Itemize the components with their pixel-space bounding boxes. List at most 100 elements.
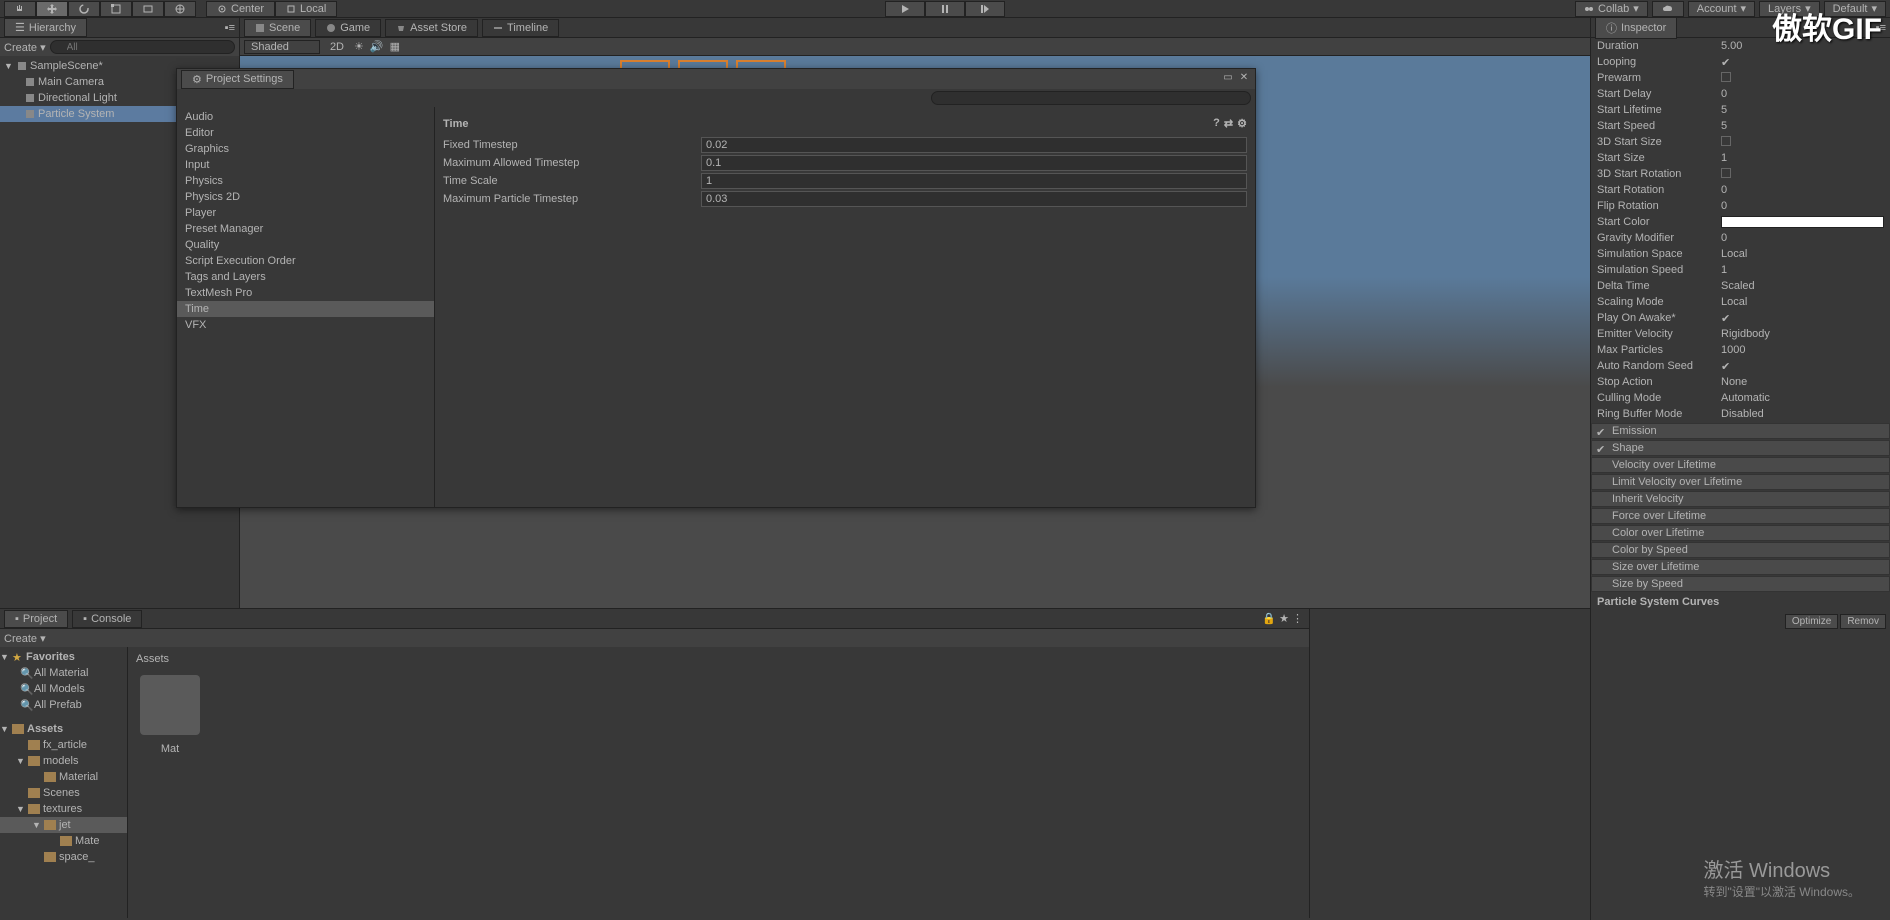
inspector-tab[interactable]: ⓘInspector — [1595, 17, 1677, 39]
particle-module[interactable]: Color over Lifetime — [1591, 525, 1890, 541]
play-button[interactable] — [885, 1, 925, 17]
settings-search-input[interactable] — [931, 91, 1251, 105]
checkbox-unchecked[interactable] — [1721, 168, 1731, 178]
property-value[interactable]: Automatic — [1721, 392, 1770, 404]
property-value[interactable]: 5 — [1721, 104, 1727, 116]
module-checkbox[interactable] — [1596, 562, 1606, 572]
account-dropdown[interactable]: Account▾ — [1688, 1, 1755, 17]
property-input[interactable] — [701, 173, 1247, 189]
settings-category[interactable]: Editor — [177, 125, 434, 141]
help-icon[interactable]: ? — [1213, 117, 1220, 130]
assets-row[interactable]: ▼Assets — [0, 721, 127, 737]
property-value[interactable]: None — [1721, 376, 1747, 388]
settings-category[interactable]: Graphics — [177, 141, 434, 157]
property-input[interactable] — [701, 137, 1247, 153]
settings-category[interactable]: Time — [177, 301, 434, 317]
settings-category[interactable]: Audio — [177, 109, 434, 125]
property-value[interactable]: 5.00 — [1721, 40, 1742, 52]
hierarchy-search-input[interactable] — [50, 40, 235, 54]
settings-category[interactable]: VFX — [177, 317, 434, 333]
property-value[interactable]: 0 — [1721, 232, 1727, 244]
property-value[interactable]: 0 — [1721, 184, 1727, 196]
property-value[interactable]: 1 — [1721, 264, 1727, 276]
module-checkbox[interactable] — [1596, 477, 1606, 487]
create-dropdown[interactable]: Create ▾ — [4, 41, 46, 54]
project-tab[interactable]: ▪Project — [4, 610, 68, 628]
checkbox-checked[interactable]: ✔ — [1721, 57, 1730, 69]
hand-tool[interactable] — [4, 1, 36, 17]
particle-module[interactable]: Size over Lifetime — [1591, 559, 1890, 575]
asset-store-tab[interactable]: Asset Store — [385, 19, 478, 37]
favorite-item[interactable]: 🔍All Material — [0, 665, 127, 681]
property-value[interactable]: 5 — [1721, 120, 1727, 132]
module-checkbox[interactable] — [1596, 494, 1606, 504]
shading-dropdown[interactable]: Shaded — [244, 40, 320, 54]
property-input[interactable] — [701, 155, 1247, 171]
lighting-toggle[interactable]: ☀ — [354, 40, 364, 53]
create-dropdown[interactable]: Create ▾ — [4, 632, 46, 645]
pivot-center-button[interactable]: Center — [206, 1, 275, 17]
module-checkbox[interactable] — [1596, 579, 1606, 589]
property-value[interactable]: 0 — [1721, 200, 1727, 212]
move-tool[interactable] — [36, 1, 68, 17]
foldout-icon[interactable]: ▼ — [32, 820, 44, 830]
property-value[interactable]: 0 — [1721, 88, 1727, 100]
settings-category[interactable]: Preset Manager — [177, 221, 434, 237]
favorite-item[interactable]: 🔍All Prefab — [0, 697, 127, 713]
collab-dropdown[interactable]: Collab▾ — [1575, 1, 1648, 17]
particle-module[interactable]: Force over Lifetime — [1591, 508, 1890, 524]
rotate-tool[interactable] — [68, 1, 100, 17]
settings-category[interactable]: Quality — [177, 237, 434, 253]
foldout-icon[interactable]: ▼ — [4, 61, 16, 71]
2d-toggle[interactable]: 2D — [326, 41, 348, 53]
folder-item[interactable]: ▼models — [0, 753, 127, 769]
rect-tool[interactable] — [132, 1, 164, 17]
property-value[interactable]: Local — [1721, 296, 1747, 308]
preset-icon[interactable]: ⇄ — [1224, 117, 1233, 130]
folder-item[interactable]: fx_article — [0, 737, 127, 753]
remove-button[interactable]: Remov — [1840, 614, 1886, 629]
scene-tab[interactable]: Scene — [244, 19, 311, 37]
scale-tool[interactable] — [100, 1, 132, 17]
panel-menu-icon[interactable]: ▪≡ — [225, 22, 235, 34]
curves-header[interactable]: Particle System Curves — [1591, 592, 1890, 612]
particle-module[interactable]: Velocity over Lifetime — [1591, 457, 1890, 473]
favorites-row[interactable]: ▼★Favorites — [0, 649, 127, 665]
game-tab[interactable]: Game — [315, 19, 381, 37]
settings-category[interactable]: Script Execution Order — [177, 253, 434, 269]
folder-item[interactable]: Scenes — [0, 785, 127, 801]
foldout-icon[interactable]: ▼ — [16, 804, 28, 814]
property-value[interactable]: Disabled — [1721, 408, 1764, 420]
particle-module[interactable]: ✔Shape — [1591, 440, 1890, 456]
checkbox-unchecked[interactable] — [1721, 136, 1731, 146]
checkbox-checked[interactable]: ✔ — [1721, 313, 1730, 325]
window-titlebar[interactable]: ⚙Project Settings ▭ ✕ — [177, 69, 1255, 89]
folder-item[interactable]: ▼jet — [0, 817, 127, 833]
settings-category[interactable]: Input — [177, 157, 434, 173]
particle-module[interactable]: Inherit Velocity — [1591, 491, 1890, 507]
particle-module[interactable]: Limit Velocity over Lifetime — [1591, 474, 1890, 490]
module-checkbox[interactable] — [1596, 460, 1606, 470]
breadcrumb[interactable]: Assets — [132, 651, 1305, 667]
folder-item[interactable]: space_ — [0, 849, 127, 865]
module-checkbox[interactable] — [1596, 545, 1606, 555]
settings-category[interactable]: Physics 2D — [177, 189, 434, 205]
cloud-button[interactable] — [1652, 1, 1684, 17]
dock-icon[interactable]: ▭ — [1221, 72, 1235, 86]
property-value[interactable]: 1 — [1721, 152, 1727, 164]
transform-tool[interactable] — [164, 1, 196, 17]
property-input[interactable] — [701, 191, 1247, 207]
property-value[interactable]: Local — [1721, 248, 1747, 260]
particle-module[interactable]: ✔Emission — [1591, 423, 1890, 439]
checkbox-unchecked[interactable] — [1721, 72, 1731, 82]
property-value[interactable]: Scaled — [1721, 280, 1755, 292]
module-checkbox[interactable] — [1596, 528, 1606, 538]
folder-item[interactable]: Material — [0, 769, 127, 785]
console-tab[interactable]: ▪Console — [72, 610, 142, 628]
gear-icon[interactable]: ⚙ — [1237, 117, 1247, 130]
settings-category[interactable]: Physics — [177, 173, 434, 189]
close-icon[interactable]: ✕ — [1237, 72, 1251, 86]
property-value[interactable]: Rigidbody — [1721, 328, 1770, 340]
fx-toggle[interactable]: ▦ — [390, 40, 400, 53]
audio-toggle[interactable]: 🔊 — [370, 40, 384, 53]
